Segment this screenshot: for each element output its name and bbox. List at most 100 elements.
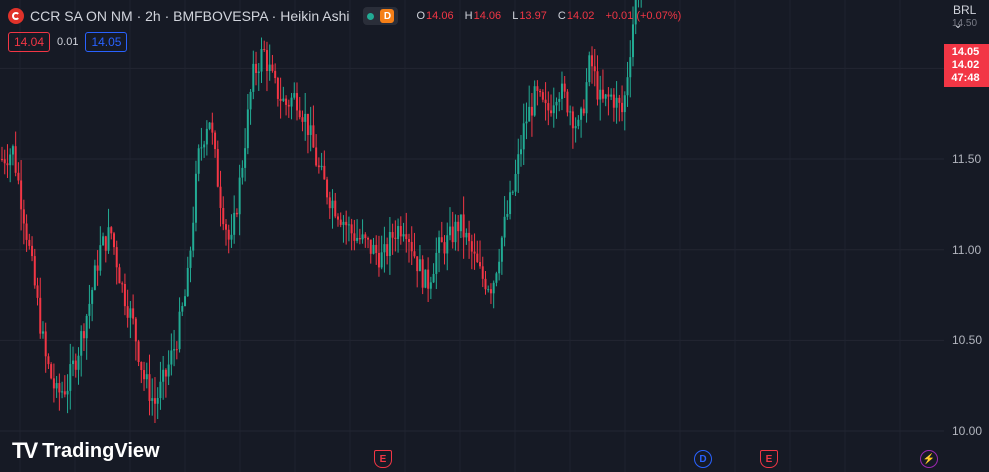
candle-body	[582, 108, 585, 114]
candle-body	[41, 331, 44, 334]
earnings-event-marker[interactable]: E	[374, 450, 392, 468]
candle-body	[129, 308, 132, 318]
candle-body	[399, 226, 402, 237]
low-label: L	[512, 10, 519, 22]
candle-body	[80, 331, 83, 356]
candle-body	[74, 360, 77, 370]
earnings-event-marker[interactable]: E	[760, 450, 778, 468]
candle-body	[522, 123, 525, 150]
candle-body	[418, 259, 421, 272]
candle-body	[328, 197, 331, 209]
candle-body	[481, 266, 484, 279]
lightning-icon[interactable]: ⚡	[920, 450, 938, 468]
dividend-event-marker[interactable]: D	[694, 450, 712, 468]
candle-body	[140, 362, 143, 371]
candle-body	[298, 110, 301, 118]
candle-body	[14, 146, 17, 173]
candle-body	[72, 360, 75, 365]
candle-body	[85, 315, 88, 339]
candle-body	[17, 172, 20, 181]
candle-body	[383, 244, 386, 253]
currency-label: BRL	[953, 3, 976, 17]
candle-body	[588, 55, 591, 83]
price-tick: 11.00	[952, 242, 982, 257]
candle-body	[394, 237, 397, 239]
candle-body	[569, 111, 572, 113]
candle-body	[528, 106, 531, 122]
candle-body	[203, 144, 206, 148]
buy-price-button[interactable]: 14.05	[85, 32, 128, 52]
candle-body	[631, 24, 634, 58]
candle-body	[246, 109, 249, 149]
sell-price-button[interactable]: 14.04	[8, 32, 51, 52]
candle-body	[432, 273, 435, 283]
candle-body	[214, 132, 217, 150]
candle-body	[222, 207, 225, 225]
candle-body	[498, 261, 501, 274]
candle-body	[443, 242, 446, 254]
candle-body	[287, 104, 290, 107]
candle-body	[530, 106, 533, 116]
tradingview-logo-text: TradingView	[42, 439, 160, 462]
candle-body	[77, 355, 80, 370]
candle-body	[544, 99, 547, 104]
candle-body	[427, 269, 430, 289]
candle-body	[44, 331, 47, 357]
candle-body	[596, 71, 599, 100]
candle-body	[184, 296, 187, 307]
price-chart[interactable]	[0, 0, 989, 472]
candle-body	[159, 381, 162, 399]
last-price-label: 14.05 14.02 47:48	[944, 44, 989, 87]
tradingview-logo[interactable]: TV TradingView	[12, 438, 160, 464]
candle-body	[244, 148, 247, 168]
symbol-title[interactable]: CCR SA ON NM · 2h · BMFBOVESPA · Heikin …	[30, 8, 349, 24]
candle-body	[192, 222, 195, 251]
candle-body	[372, 244, 375, 254]
candle-body	[552, 105, 555, 114]
candle-body	[107, 227, 110, 251]
candle-body	[238, 177, 241, 215]
candle-body	[519, 149, 522, 155]
candle-body	[629, 57, 632, 78]
candle-body	[197, 148, 200, 174]
candle-body	[143, 370, 146, 380]
candle-body	[216, 149, 219, 187]
candle-body	[457, 221, 460, 232]
candle-body	[555, 101, 558, 106]
ohlc-values: O14.06 H14.06 L13.97 C14.02 +0.01 (+0.07…	[416, 10, 689, 22]
candle-body	[369, 239, 372, 254]
candle-body	[429, 282, 432, 289]
candle-body	[377, 252, 380, 268]
candle-body	[178, 311, 181, 350]
candle-body	[11, 146, 14, 155]
candle-body	[227, 229, 230, 240]
candle-body	[618, 97, 621, 103]
candle-body	[263, 48, 266, 51]
candle-body	[380, 252, 383, 268]
candle-body	[164, 369, 167, 377]
candle-body	[233, 212, 236, 235]
candle-body	[317, 165, 320, 168]
candle-body	[623, 95, 626, 113]
candle-body	[448, 226, 451, 236]
candle-body	[279, 98, 282, 101]
bar-countdown: 47:48	[951, 72, 980, 84]
candle-body	[28, 239, 31, 246]
market-status[interactable]: D	[363, 7, 399, 25]
candle-body	[93, 265, 96, 290]
candle-body	[413, 251, 416, 257]
candle-body	[126, 306, 129, 318]
candle-body	[63, 391, 66, 395]
candle-body	[274, 70, 277, 79]
candle-body	[574, 126, 577, 129]
candle-body	[547, 103, 550, 111]
candle-body	[175, 349, 178, 351]
candle-body	[194, 173, 197, 223]
candle-body	[241, 167, 244, 178]
price-tick: 10.00	[952, 424, 983, 438]
candle-body	[361, 234, 364, 240]
candle-body	[416, 256, 419, 272]
low-value: 13.97	[519, 10, 547, 22]
candle-body	[585, 82, 588, 114]
candle-body	[536, 86, 539, 91]
